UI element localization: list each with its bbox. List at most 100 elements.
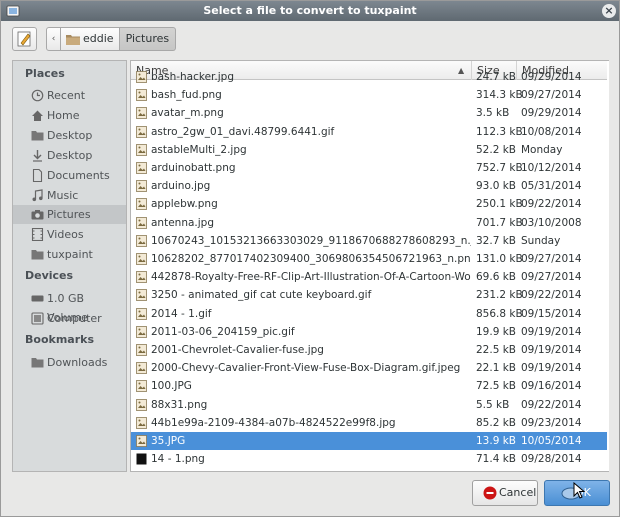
file-row[interactable]: 2014 - 1.gif 856.8 kB 09/15/2014 [131, 305, 608, 323]
file-name: 3250 - animated_gif cat cute keyboard.gi… [151, 289, 372, 302]
file-row[interactable]: astableMulti_2.jpg 52.2 kB Monday [131, 141, 608, 159]
file-modified: 09/28/2014 [521, 453, 582, 466]
cancel-button[interactable]: Cancel [472, 480, 538, 506]
file-name: 2011-03-06_204159_pic.gif [151, 325, 295, 338]
file-modified: 09/27/2014 [521, 253, 582, 265]
file-size: 32.7 kB [476, 234, 517, 247]
file-name: bash-hacker.jpg [151, 71, 234, 83]
file-row[interactable]: avatar_m.png 3.5 kB 09/29/2014 [131, 104, 608, 122]
image-file-icon [136, 253, 147, 265]
image-file-icon [136, 289, 147, 302]
file-size: 52.2 kB [476, 143, 517, 156]
file-name: 442878-Royalty-Free-RF-Clip-Art-Illustra… [151, 271, 471, 284]
file-row[interactable]: astro_2gw_01_davi.48799.6441.gif 112.3 kB… [131, 123, 608, 141]
sidebar-item-label: Computer [47, 312, 102, 325]
file-row[interactable]: 10670243_10153213663303029_9118670688278… [131, 232, 608, 250]
file-row[interactable]: arduinobatt.png 752.7 kB 10/12/2014 [131, 159, 608, 177]
file-modified: 10/12/2014 [521, 162, 582, 174]
title-bar[interactable]: Select a file to convert to tuxpaint × [1, 1, 619, 21]
file-row[interactable]: 2011-03-06_204159_pic.gif 19.9 kB 09/19/20… [131, 323, 608, 341]
file-row[interactable]: 442878-Royalty-Free-RF-Clip-Art-Illustra… [131, 268, 608, 286]
file-modified: 09/19/2014 [521, 344, 582, 356]
file-modified: 09/19/2014 [521, 325, 582, 338]
file-modified: 09/23/2014 [521, 416, 582, 429]
sidebar-item-label: Pictures [47, 208, 91, 221]
sidebar-item-documents[interactable]: Documents [13, 166, 126, 185]
sidebar-item-tuxpaint[interactable]: tuxpaint [13, 245, 126, 264]
file-row[interactable]: bash_fud.png 314.3 kB 09/27/2014 [131, 86, 608, 104]
file-modified: 09/22/2014 [521, 289, 582, 302]
image-file-icon [136, 107, 147, 120]
sidebar-item-home[interactable]: Home [13, 106, 126, 125]
sidebar-item-label: Videos [47, 228, 84, 241]
file-name: arduino.jpg [151, 180, 211, 193]
folder-icon [31, 358, 44, 368]
path-scroll-left-button[interactable]: ‹ [46, 27, 61, 51]
path-button-eddie[interactable]: eddie [61, 27, 120, 51]
file-list[interactable]: Name ▲ Size Modified bash-hacker.jpg 24.7… [130, 60, 609, 472]
file-row[interactable]: 14 - 1.png 71.4 kB 09/28/2014 [131, 450, 608, 468]
file-row[interactable]: 35.JPG 13.9 kB 10/05/2014 [131, 432, 608, 450]
file-row[interactable]: bash-hacker.jpg 24.7 kB 09/29/2014 [131, 68, 608, 86]
file-modified: 09/29/2014 [521, 107, 582, 120]
image-file-icon [136, 344, 147, 356]
sidebar-item-desktop[interactable]: Desktop [13, 126, 126, 145]
file-size: 112.3 kB [476, 125, 523, 138]
file-row[interactable]: 3250 - animated_gif cat cute keyboard.gi… [131, 286, 608, 304]
file-size: 701.7 kB [476, 216, 523, 229]
path-button-pictures[interactable]: Pictures [119, 27, 177, 51]
file-size: 752.7 kB [476, 162, 523, 174]
file-size: 19.9 kB [476, 325, 517, 338]
drive-icon [31, 295, 44, 302]
close-button[interactable]: × [602, 4, 616, 18]
type-location-button[interactable] [12, 27, 37, 51]
image-file-icon [136, 198, 147, 211]
file-name: astro_2gw_01_davi.48799.6441.gif [151, 125, 335, 138]
file-row[interactable]: arduino.jpg 93.0 kB 05/31/2014 [131, 177, 608, 195]
cancel-label: Cancel [499, 486, 537, 499]
file-row[interactable]: 44b1e99a-2109-4384-a07b-4824522e99f8.jpg… [131, 414, 608, 432]
sidebar-item-recent[interactable]: Recent [13, 86, 126, 105]
image-file-icon [136, 180, 147, 193]
chevron-left-icon: ‹ [51, 34, 56, 44]
file-row[interactable]: 10628202_877017402309400_306980635450672… [131, 250, 608, 268]
folder-icon [31, 131, 44, 141]
file-row[interactable]: 2001-Chevrolet-Cavalier-fuse.jpg 22.5 kB 0… [131, 341, 608, 359]
file-modified: Monday [521, 143, 563, 156]
vertical-scrollbar[interactable] [607, 61, 609, 471]
file-modified: 10/05/2014 [521, 435, 582, 447]
file-size: 22.1 kB [476, 362, 517, 375]
sidebar-item-music[interactable]: Music [13, 186, 126, 205]
devices-header: Devices [25, 269, 74, 282]
file-modified: Sunday [521, 234, 561, 247]
sidebar-item-label: Downloads [47, 356, 108, 369]
home-icon [32, 110, 43, 121]
file-size: 93.0 kB [476, 180, 517, 193]
sidebar-item-videos[interactable]: Videos [13, 225, 126, 244]
sidebar-item-computer[interactable]: Computer [13, 309, 126, 328]
file-row[interactable]: 100.JPG 72.5 kB 09/16/2014 [131, 377, 608, 395]
file-row[interactable]: 2000-Chevy-Cavalier-Front-View-Fuse-Box-… [131, 359, 608, 377]
image-file-icon [136, 71, 147, 83]
image-file-icon [136, 162, 147, 174]
image-file-icon [136, 271, 147, 284]
sidebar-item-volume[interactable]: 1.0 GB Volume [13, 289, 126, 324]
file-name: 35.JPG [151, 435, 186, 447]
image-file-icon [136, 234, 147, 247]
places-header: Places [25, 67, 65, 80]
sidebar-item-desktop-2[interactable]: Desktop [13, 146, 126, 165]
file-row[interactable]: antenna.jpg 701.7 kB 03/10/2008 [131, 214, 608, 232]
file-name: applebw.png [151, 198, 218, 211]
image-file-icon [136, 416, 147, 429]
sidebar-item-downloads[interactable]: Downloads [13, 353, 126, 372]
file-name: 100.JPG [151, 380, 192, 393]
sidebar-item-label: Recent [47, 89, 86, 102]
sidebar-item-pictures[interactable]: Pictures [13, 205, 126, 224]
file-size: 72.5 kB [476, 380, 517, 393]
image-file-icon [136, 125, 147, 138]
file-row[interactable]: 88x31.png 5.5 kB 09/22/2014 [131, 396, 608, 414]
file-row[interactable]: applebw.png 250.1 kB 09/22/2014 [131, 195, 608, 213]
file-modified: 09/29/2014 [521, 71, 582, 83]
image-file-icon [136, 89, 147, 102]
mouse-pointer-icon [573, 482, 586, 499]
